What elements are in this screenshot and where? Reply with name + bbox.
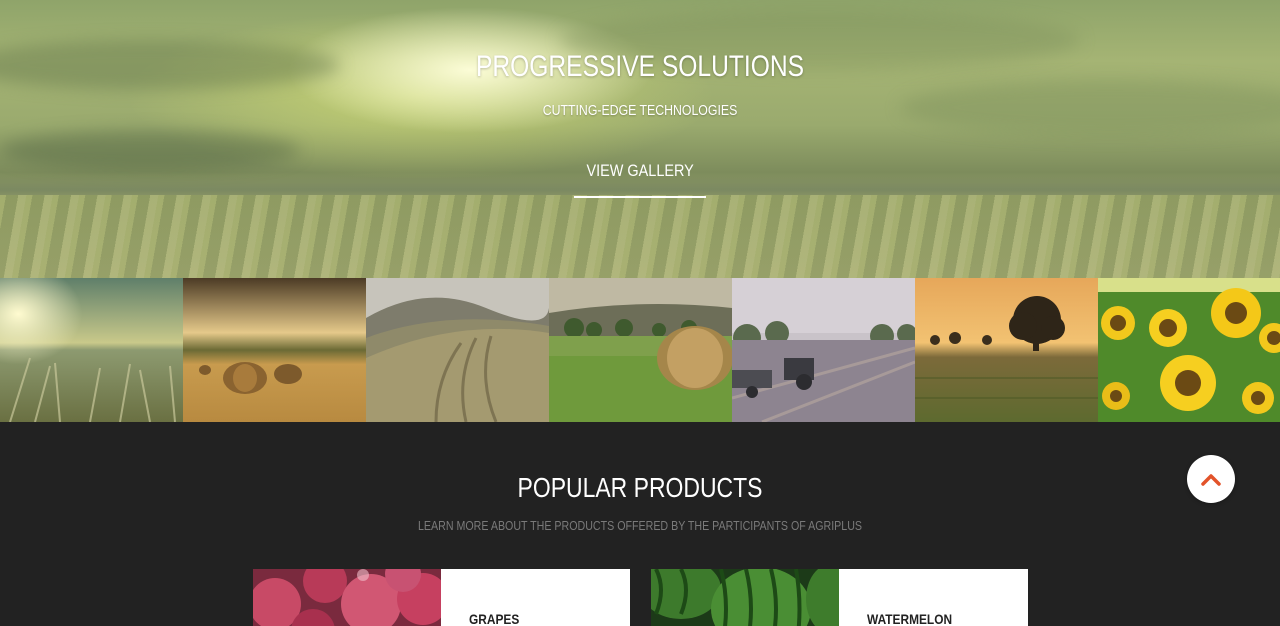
- hero-title: PROGRESSIVE SOLUTIONS: [475, 50, 805, 83]
- tree-sunset-image: [915, 278, 1098, 422]
- page: PROGRESSIVE SOLUTIONS CUTTING-EDGE TECHN…: [0, 0, 1280, 626]
- hero-banner: PROGRESSIVE SOLUTIONS CUTTING-EDGE TECHN…: [0, 0, 1280, 278]
- gallery-thumb-hills[interactable]: [366, 278, 549, 422]
- hay-roll-image: [549, 278, 732, 422]
- product-name: WATERMELON: [867, 611, 953, 626]
- gallery-thumb-hay-bales[interactable]: [183, 278, 366, 422]
- grapes-image: [253, 569, 441, 626]
- gallery-thumb-tractor[interactable]: [732, 278, 915, 422]
- sunflowers-image: [1098, 278, 1280, 422]
- product-card-watermelon[interactable]: WATERMELON: [651, 569, 1028, 626]
- hero-grass-background: [0, 195, 1280, 278]
- popular-products-section: POPULAR PRODUCTS LEARN MORE ABOUT THE PR…: [0, 422, 1280, 626]
- product-card-grapes[interactable]: GRAPES: [253, 569, 630, 626]
- gallery-thumb-sunflowers[interactable]: [1098, 278, 1280, 422]
- hero-subtitle: CUTTING-EDGE TECHNOLOGIES: [542, 102, 738, 119]
- gallery-thumb-hay-roll[interactable]: [549, 278, 732, 422]
- products-subtitle: LEARN MORE ABOUT THE PRODUCTS OFFERED BY…: [417, 518, 863, 533]
- gallery-thumb-wheat[interactable]: [0, 278, 183, 422]
- products-title: POPULAR PRODUCTS: [517, 472, 763, 503]
- view-gallery-button[interactable]: VIEW GALLERY: [574, 158, 706, 198]
- scroll-to-top-button[interactable]: [1187, 455, 1235, 503]
- watermelon-image: [651, 569, 839, 626]
- view-gallery-label: VIEW GALLERY: [586, 161, 694, 180]
- chevron-up-icon: [1201, 474, 1221, 486]
- gallery-thumb-tree[interactable]: [915, 278, 1098, 422]
- tractor-image: [732, 278, 915, 422]
- gallery-strip: [0, 278, 1280, 422]
- wheat-field-image: [0, 278, 183, 422]
- product-name: GRAPES: [469, 611, 520, 626]
- hay-bales-image: [183, 278, 366, 422]
- hills-image: [366, 278, 549, 422]
